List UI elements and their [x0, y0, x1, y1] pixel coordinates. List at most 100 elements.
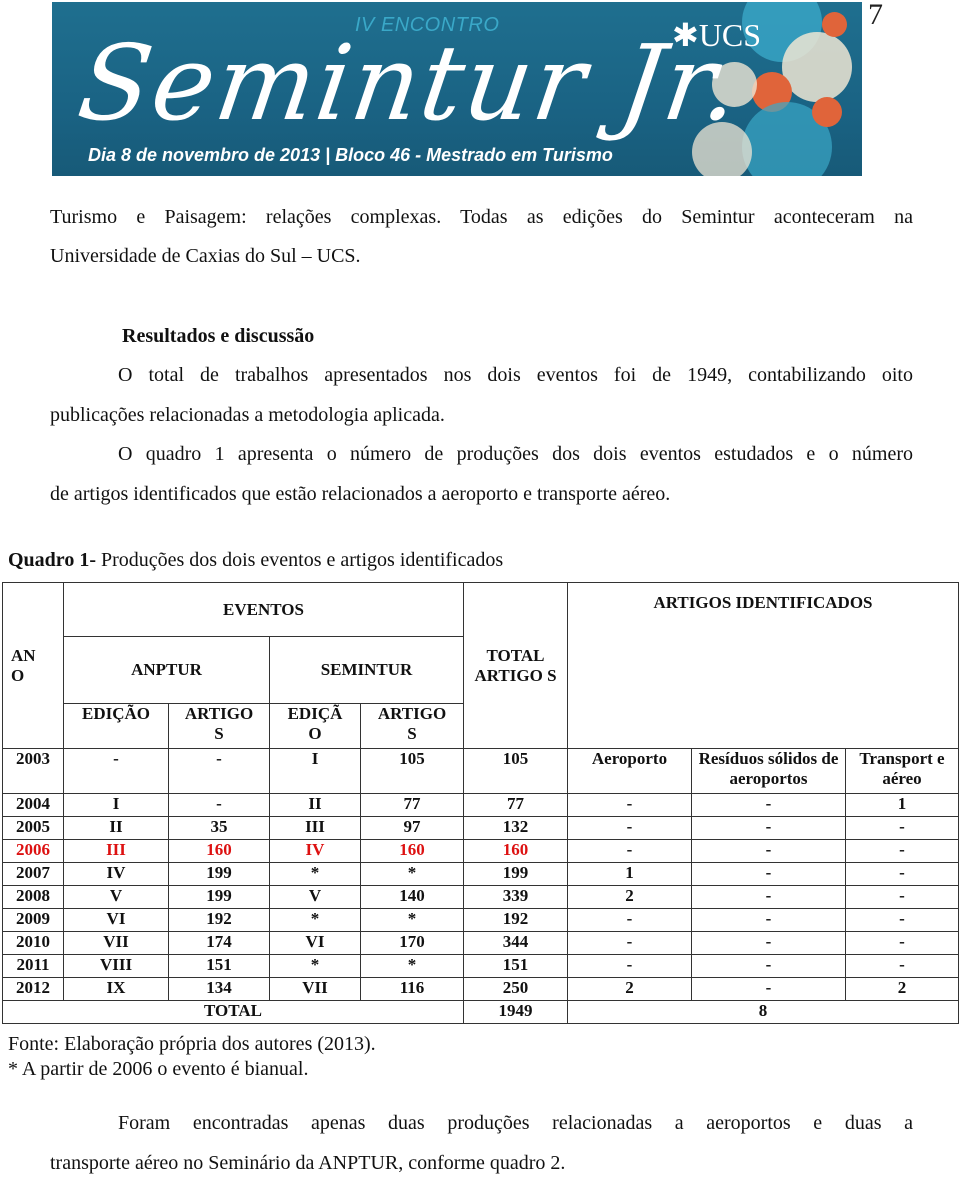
cell-total: 192 — [463, 908, 568, 932]
cell-residuos: - — [691, 793, 846, 817]
cell-residuos: - — [691, 862, 846, 886]
cell-ano: 2012 — [2, 977, 64, 1001]
page-number: 7 — [868, 0, 883, 31]
cell-artigos-anptur: 151 — [168, 954, 270, 978]
cell-aeroporto: - — [567, 931, 692, 955]
cell-total: 250 — [463, 977, 568, 1001]
intro-line-1: Turismo e Paisagem: relações complexas. … — [50, 206, 913, 228]
cell-transporte: - — [845, 954, 959, 978]
table-row: 2011 VIII 151 * * 151- - - — [2, 954, 959, 978]
cell-residuos: - — [691, 816, 846, 840]
cell-edicao-anptur: VI — [63, 908, 169, 932]
cell-transporte: - — [845, 839, 959, 863]
cell-total: 132 — [463, 816, 568, 840]
cell-artigos-semintur: 160 — [360, 839, 464, 863]
paragraph-2-line-1: O quadro 1 apresenta o número de produçõ… — [118, 443, 913, 465]
table-note: * A partir de 2006 o evento é bianual. — [8, 1058, 309, 1080]
cell-edicao-semintur: * — [269, 862, 361, 886]
cell-transporte: - — [845, 908, 959, 932]
cell-ano: 2005 — [2, 816, 64, 840]
table-row: 2004 I - II 77 77- -1 — [2, 793, 959, 817]
cell-edicao-anptur: - — [63, 748, 169, 794]
cell-edicao-semintur: III — [269, 816, 361, 840]
cell-edicao-anptur: IV — [63, 862, 169, 886]
cell-transporte: Transport e aéreo — [845, 748, 959, 794]
cell-total: 339 — [463, 885, 568, 909]
cell-transporte: 1 — [845, 793, 959, 817]
cell-aeroporto: - — [567, 793, 692, 817]
total-value: 1949 — [463, 1000, 568, 1024]
cell-aeroporto: - — [567, 816, 692, 840]
cell-ano: 2008 — [2, 885, 64, 909]
cell-edicao-anptur: II — [63, 816, 169, 840]
cell-aeroporto: Aeroporto — [567, 748, 692, 794]
event-banner: IV ENCONTRO Semintur Jr. ✱UCS Dia 8 de n… — [52, 2, 862, 176]
cell-ano: 2003 — [2, 748, 64, 794]
final-line-1: Foram encontradas apenas duas produções … — [118, 1112, 913, 1134]
cell-artigos-semintur: 97 — [360, 816, 464, 840]
cell-edicao-semintur: IV — [269, 839, 361, 863]
cell-ano: 2010 — [2, 931, 64, 955]
table-caption-label: Quadro 1- — [8, 549, 96, 571]
cell-total: 151 — [463, 954, 568, 978]
header-artigos-anptur: ARTIGO S — [168, 703, 270, 749]
cell-aeroporto: - — [567, 908, 692, 932]
table-row: 2010 VII 174 VI 170 344- - - — [2, 931, 959, 955]
cell-residuos: - — [691, 885, 846, 909]
table-row: 2008 V 199 V 140 339 2- - — [2, 885, 959, 909]
cell-edicao-anptur: IX — [63, 977, 169, 1001]
header-eventos: EVENTOS — [63, 582, 464, 637]
cell-total: 77 — [463, 793, 568, 817]
cell-artigos-semintur: 77 — [360, 793, 464, 817]
cell-residuos: - — [691, 954, 846, 978]
cell-residuos: - — [691, 908, 846, 932]
cell-ano: 2011 — [2, 954, 64, 978]
cell-artigos-anptur: 192 — [168, 908, 270, 932]
cell-artigos-anptur: 199 — [168, 862, 270, 886]
table-row: 2003- - I 105 105 Aeroporto Resíduos sólidos d… — [2, 748, 959, 794]
table-row: 2012 IX 134 VII 116 250 2-2 — [2, 977, 959, 1001]
cell-artigos-semintur: 116 — [360, 977, 464, 1001]
header-ano: AN O — [2, 582, 64, 749]
ucs-logo-text: UCS — [698, 17, 762, 53]
paragraph-1-line-2: publicações relacionadas a metodologia a… — [50, 404, 445, 426]
banner-title: Semintur Jr. — [71, 22, 749, 144]
cell-artigos-anptur: - — [168, 793, 270, 817]
cell-aeroporto: 2 — [567, 977, 692, 1001]
table-caption-text: Produções dos dois eventos e artigos ide… — [95, 549, 504, 571]
cell-artigos-anptur: 134 — [168, 977, 270, 1001]
cell-residuos: - — [691, 839, 846, 863]
cell-edicao-semintur: * — [269, 908, 361, 932]
cell-total: 105 — [463, 748, 568, 794]
decorative-circle — [822, 12, 847, 37]
total-label: TOTAL — [2, 1000, 464, 1024]
intro-line-2: Universidade de Caxias do Sul – UCS. — [50, 245, 361, 267]
banner-subtitle: Dia 8 de novembro de 2013 | Bloco 46 - M… — [88, 145, 613, 165]
quadro-1-table: AN O EVENTOS TOTAL ARTIGO S ARTIGOS IDEN… — [2, 582, 959, 1024]
cell-ano: 2007 — [2, 862, 64, 886]
cell-edicao-semintur: II — [269, 793, 361, 817]
cell-edicao-anptur: VII — [63, 931, 169, 955]
cell-artigos-semintur: 140 — [360, 885, 464, 909]
final-line-2: transporte aéreo no Seminário da ANPTUR,… — [50, 1152, 566, 1174]
cell-edicao-semintur: V — [269, 885, 361, 909]
cell-total: 160 — [463, 839, 568, 863]
cell-total: 344 — [463, 931, 568, 955]
decorative-circle — [812, 97, 842, 127]
cell-edicao-semintur: * — [269, 954, 361, 978]
cell-residuos: - — [691, 977, 846, 1001]
cell-edicao-semintur: I — [269, 748, 361, 794]
cell-ano: 2006 — [2, 839, 64, 863]
header-artigos-semintur: ARTIGO S — [360, 703, 464, 749]
cell-total: 199 — [463, 862, 568, 886]
cell-edicao-anptur: V — [63, 885, 169, 909]
cell-transporte: 2 — [845, 977, 959, 1001]
ucs-logo: ✱UCS — [672, 17, 762, 53]
cell-aeroporto: - — [567, 839, 692, 863]
section-heading: Resultados e discussão — [122, 325, 315, 347]
table-caption: Quadro 1- Produções dos dois eventos e a… — [8, 550, 503, 570]
cell-ano: 2009 — [2, 908, 64, 932]
cell-artigos-semintur: * — [360, 862, 464, 886]
cell-ano: 2004 — [2, 793, 64, 817]
table-row: 2009 VI 192 * * 192- - - — [2, 908, 959, 932]
